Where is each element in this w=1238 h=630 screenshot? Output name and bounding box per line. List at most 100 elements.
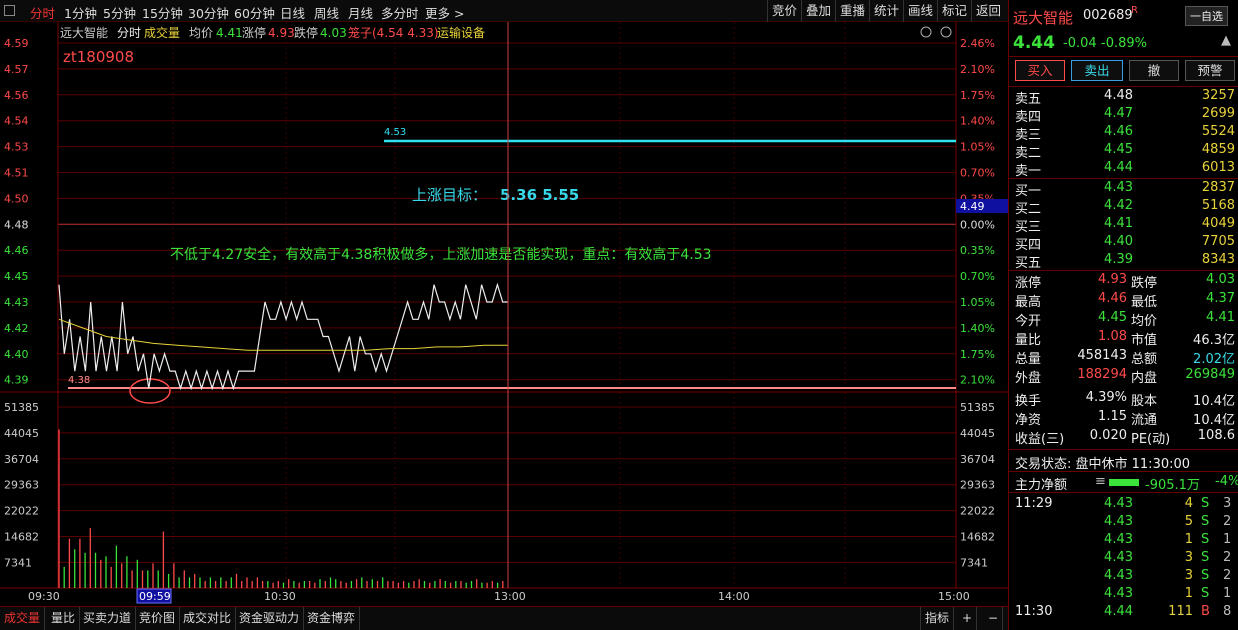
ask-row: 卖四 4.47 2699 [1009, 106, 1238, 125]
stat-label: 量比 [1015, 333, 1042, 348]
price-tick-label: 4.50 [4, 192, 29, 205]
volume-tick-label-right: 14682 [960, 531, 995, 544]
tick-direction: S [1201, 550, 1210, 565]
remove-indicator-button[interactable]: − [984, 607, 1004, 630]
stat-label: 换手 [1015, 394, 1042, 409]
price-change: -0.04 [1063, 36, 1097, 51]
volume-tick-label: 51385 [4, 401, 39, 414]
tab-intraday[interactable]: 分时 [30, 3, 55, 22]
overlay-button[interactable]: 叠加 [801, 0, 835, 22]
tab-deal-compare[interactable]: 成交对比 [179, 607, 237, 630]
back-button[interactable]: 返回 [971, 0, 1005, 22]
stat-label: 跌停 [1131, 276, 1158, 291]
ask-row: 卖五 4.48 3257 [1009, 88, 1238, 107]
stat-label: 总额 [1131, 352, 1158, 367]
ask-label: 卖四 [1015, 110, 1042, 125]
support-line-label: 4.38 [68, 375, 90, 386]
checkbox-icon[interactable] [4, 5, 15, 16]
intraday-chart[interactable]: 4.59 4.57 4.56 4.54 4.53 4.51 4.50 4.48 4.46 4.45… [0, 22, 1008, 608]
tick-count: 2 [1223, 514, 1232, 529]
stat-value: 4.93 [1098, 272, 1127, 287]
tick-direction: S [1201, 532, 1210, 547]
header-limit-up-label: 涨停 [242, 25, 266, 40]
buy-button[interactable]: 买入 [1015, 60, 1065, 81]
stat-label: 市值 [1131, 333, 1158, 348]
volume-tick-label-right: 44045 [960, 427, 995, 440]
stat-row: 换手 4.39% 股本 10.4亿 [1009, 390, 1238, 409]
volume-tick-label: 7341 [4, 556, 32, 569]
ask-volume: 6013 [1201, 160, 1235, 175]
stat-label: 外盘 [1015, 371, 1042, 386]
tab-daily[interactable]: 日线 [280, 3, 305, 22]
stat-label: 流通 [1131, 413, 1158, 428]
target-label: 上涨目标： [412, 186, 487, 204]
bid-price: 4.40 [1104, 234, 1133, 249]
tick-direction: S [1201, 514, 1210, 529]
sell-button[interactable]: 卖出 [1071, 60, 1123, 81]
pct-tick-label: 1.75% [960, 348, 995, 361]
price-tick-label: 4.46 [4, 244, 29, 257]
mark-button[interactable]: 标记 [937, 0, 971, 22]
tab-30min[interactable]: 30分钟 [188, 3, 229, 22]
tick-row: 4.43 5 S 2 [1009, 514, 1238, 532]
pct-tick-label: 1.40% [960, 115, 995, 128]
tab-volume[interactable]: 成交量 [0, 607, 46, 630]
stat-row: 涨停 4.93 跌停 4.03 [1009, 272, 1238, 291]
tab-5min[interactable]: 5分钟 [103, 3, 136, 22]
stat-value: 10.4亿 [1193, 394, 1235, 409]
alert-button[interactable]: 预警 [1185, 60, 1235, 81]
quote-panel: 远大智能 002689 R 一自选 4.44 -0.04 -0.89% ▲ 买入… [1008, 0, 1238, 630]
pct-tick-label: 1.05% [960, 296, 995, 309]
pct-tick-label: 0.70% [960, 167, 995, 180]
add-indicator-button[interactable]: + [958, 607, 978, 630]
draw-button[interactable]: 画线 [903, 0, 937, 22]
bid-label: 买四 [1015, 238, 1042, 253]
tick-price: 4.43 [1104, 514, 1133, 529]
pct-tick-label: 1.40% [960, 322, 995, 335]
ask-row: 卖三 4.46 5524 [1009, 124, 1238, 143]
tab-capital-drive[interactable]: 资金驱动力 [235, 607, 305, 630]
tab-weekly[interactable]: 周线 [314, 3, 339, 22]
bid-row: 买一 4.43 2837 [1009, 180, 1238, 199]
list-icon[interactable]: ≡ [1095, 474, 1106, 489]
volume-tick-label: 44045 [4, 427, 39, 440]
bell-icon[interactable]: ▲ [1221, 33, 1231, 48]
stat-label: 净资 [1015, 413, 1042, 428]
tab-more[interactable]: 更多 > [425, 3, 464, 22]
tick-count: 2 [1223, 550, 1232, 565]
tab-auction-chart[interactable]: 竞价图 [135, 607, 181, 630]
tick-row: 11:30 4.44 111 B 8 [1009, 604, 1238, 622]
stats-button[interactable]: 统计 [869, 0, 903, 22]
tick-row: 4.43 1 S 1 [1009, 586, 1238, 604]
stat-value: 4.41 [1206, 310, 1235, 325]
stat-value: 188294 [1077, 367, 1127, 382]
indicator-button[interactable]: 指标 [920, 607, 955, 630]
stat-value: 4.39% [1085, 390, 1127, 405]
ask-volume: 5524 [1201, 124, 1235, 139]
pct-tick-label: 1.75% [960, 89, 995, 102]
auction-button[interactable]: 竞价 [767, 0, 801, 22]
tab-60min[interactable]: 60分钟 [234, 3, 275, 22]
tick-volume: 1 [1184, 532, 1193, 547]
tab-capital-game[interactable]: 资金博弈 [303, 607, 361, 630]
replay-button[interactable]: 重播 [835, 0, 869, 22]
target-values: 5.36 5.55 [500, 186, 579, 204]
tick-volume: 1 [1184, 586, 1193, 601]
price-tick-label: 4.54 [4, 115, 29, 128]
main-flow-value: -905.1万 [1145, 478, 1200, 493]
tab-15min[interactable]: 15分钟 [142, 3, 183, 22]
ask-price: 4.46 [1104, 124, 1133, 139]
header-cage: 笼子(4.54 4.33) [348, 25, 439, 40]
volume-tick-label: 14682 [4, 531, 39, 544]
tab-1min[interactable]: 1分钟 [64, 3, 97, 22]
tab-monthly[interactable]: 月线 [348, 3, 373, 22]
cancel-order-button[interactable]: 撤 [1129, 60, 1179, 81]
stat-value: 46.3亿 [1193, 333, 1235, 348]
bid-row: 买三 4.41 4049 [1009, 216, 1238, 235]
tab-buy-sell-power[interactable]: 买卖力道 [79, 607, 137, 630]
self-select-button[interactable]: 一自选 [1185, 6, 1228, 26]
tab-volume-ratio[interactable]: 量比 [47, 607, 81, 630]
last-price: 4.44 [1013, 33, 1055, 53]
volume-tick-label-right: 7341 [960, 556, 988, 569]
tab-multi-day[interactable]: 多分时 [381, 3, 419, 22]
